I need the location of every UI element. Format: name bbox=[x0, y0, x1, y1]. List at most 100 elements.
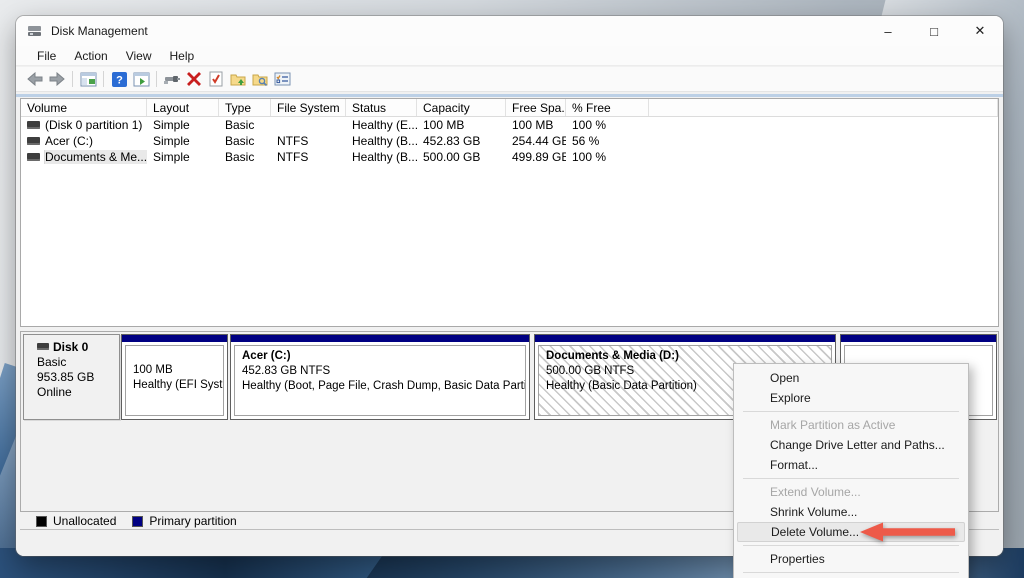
volume-table-header: Volume Layout Type File System Status Ca… bbox=[21, 99, 998, 117]
cell-capacity: 100 MB bbox=[423, 118, 465, 132]
legend-primary-partition: Primary partition bbox=[132, 514, 237, 528]
column-header-spacer bbox=[649, 99, 998, 116]
close-button[interactable]: ✕ bbox=[957, 16, 1003, 46]
volume-icon bbox=[27, 152, 40, 161]
cell-file-system: NTFS bbox=[277, 134, 309, 148]
minimize-button[interactable]: – bbox=[865, 16, 911, 46]
unallocated-swatch bbox=[36, 515, 47, 527]
partition-color-bar bbox=[535, 335, 835, 342]
volume-name: Documents & Me... bbox=[43, 150, 147, 164]
column-header-free-space[interactable]: Free Spa... bbox=[506, 99, 566, 116]
volume-name: Acer (C:) bbox=[45, 134, 93, 148]
table-row[interactable]: Acer (C:) Simple Basic NTFS Healthy (B..… bbox=[21, 133, 998, 149]
maximize-button[interactable]: □ bbox=[911, 16, 957, 46]
disk-icon bbox=[37, 343, 49, 350]
cell-capacity: 500.00 GB bbox=[423, 150, 481, 164]
menu-item-format[interactable]: Format... bbox=[734, 455, 968, 475]
back-icon[interactable] bbox=[24, 69, 46, 89]
menu-item-explore[interactable]: Explore bbox=[734, 388, 968, 408]
column-header-status[interactable]: Status bbox=[346, 99, 417, 116]
cell-free-space: 499.89 GB bbox=[512, 150, 566, 164]
disk-status: Online bbox=[37, 385, 72, 399]
console-window-icon[interactable] bbox=[77, 69, 99, 89]
menu-item-properties[interactable]: Properties bbox=[734, 549, 968, 569]
cell-status: Healthy (B... bbox=[352, 150, 417, 164]
cell-layout: Simple bbox=[153, 118, 190, 132]
primary-partition-swatch bbox=[132, 515, 144, 527]
properties-list-icon[interactable] bbox=[271, 69, 293, 89]
forward-icon[interactable] bbox=[46, 69, 68, 89]
cell-status: Healthy (E... bbox=[352, 118, 417, 132]
check-document-icon[interactable] bbox=[205, 69, 227, 89]
cell-layout: Simple bbox=[153, 134, 190, 148]
cell-type: Basic bbox=[225, 118, 255, 132]
partition-color-bar bbox=[122, 335, 227, 342]
menu-action[interactable]: Action bbox=[65, 47, 116, 65]
cell-pct-free: 56 % bbox=[572, 134, 600, 148]
legend-unallocated: Unallocated bbox=[36, 514, 116, 528]
toolbar-separator bbox=[103, 71, 104, 87]
cell-status: Healthy (B... bbox=[352, 134, 417, 148]
action-pane-icon[interactable] bbox=[130, 69, 152, 89]
menu-item-open[interactable]: Open bbox=[734, 368, 968, 388]
toolbar-separator bbox=[72, 71, 73, 87]
menu-view[interactable]: View bbox=[117, 47, 161, 65]
help-icon[interactable]: ? bbox=[108, 69, 130, 89]
toolbar: ? bbox=[16, 67, 1003, 92]
menu-item-shrink-volume[interactable]: Shrink Volume... bbox=[734, 502, 968, 522]
disk-management-app-icon bbox=[28, 25, 43, 37]
cell-capacity: 452.83 GB bbox=[423, 134, 481, 148]
folder-explore-icon[interactable] bbox=[249, 69, 271, 89]
menu-bar: File Action View Help bbox=[16, 46, 1003, 66]
folder-open-icon[interactable] bbox=[227, 69, 249, 89]
delete-icon[interactable] bbox=[183, 69, 205, 89]
volume-list-pane: Volume Layout Type File System Status Ca… bbox=[20, 98, 999, 327]
menu-separator bbox=[743, 411, 959, 412]
partition-c[interactable]: Acer (C:) 452.83 GB NTFS Healthy (Boot, … bbox=[230, 334, 530, 420]
partition-size: 452.83 GB NTFS bbox=[242, 365, 331, 377]
volume-icon bbox=[27, 136, 40, 145]
column-header-pct-free[interactable]: % Free bbox=[566, 99, 649, 116]
cell-type: Basic bbox=[225, 150, 255, 164]
column-header-file-system[interactable]: File System bbox=[271, 99, 346, 116]
tool-icon[interactable] bbox=[161, 69, 183, 89]
partition-title: Acer (C:) bbox=[242, 350, 291, 362]
partition-color-bar bbox=[231, 335, 529, 342]
menu-item-change-drive-letter[interactable]: Change Drive Letter and Paths... bbox=[734, 435, 968, 455]
partition-size: 100 MB bbox=[133, 364, 173, 376]
menu-item-extend-volume: Extend Volume... bbox=[770, 485, 861, 499]
table-row[interactable]: (Disk 0 partition 1) Simple Basic Health… bbox=[21, 117, 998, 133]
partition-status: Healthy (Boot, Page File, Crash Dump, Ba… bbox=[242, 380, 526, 392]
disk-name: Disk 0 bbox=[53, 340, 89, 354]
menu-separator bbox=[743, 478, 959, 479]
legend-label: Unallocated bbox=[53, 514, 117, 528]
red-annotation-arrow bbox=[860, 522, 956, 547]
cell-pct-free: 100 % bbox=[572, 118, 607, 132]
column-header-type[interactable]: Type bbox=[219, 99, 271, 116]
cell-file-system: NTFS bbox=[277, 150, 309, 164]
content-accent-line bbox=[16, 94, 1003, 97]
column-header-layout[interactable]: Layout bbox=[147, 99, 219, 116]
legend-label: Primary partition bbox=[149, 514, 237, 528]
partition-efi[interactable]: 100 MB Healthy (EFI System bbox=[121, 334, 228, 420]
table-row[interactable]: Documents & Me... Simple Basic NTFS Heal… bbox=[21, 149, 998, 165]
disk0-info-box[interactable]: Disk 0 Basic 953.85 GB Online bbox=[23, 334, 120, 420]
column-header-volume[interactable]: Volume bbox=[21, 99, 147, 116]
menu-separator bbox=[743, 572, 959, 573]
cell-free-space: 100 MB bbox=[512, 118, 554, 132]
partition-color-bar bbox=[841, 335, 996, 342]
window-title: Disk Management bbox=[51, 24, 148, 38]
menu-item-mark-partition-active: Mark Partition as Active bbox=[770, 418, 896, 432]
partition-title: Documents & Media (D:) bbox=[546, 350, 679, 362]
disk-size: 953.85 GB bbox=[37, 370, 95, 384]
svg-text:?: ? bbox=[116, 74, 123, 86]
cell-free-space: 254.44 GB bbox=[512, 134, 566, 148]
volume-name: (Disk 0 partition 1) bbox=[45, 118, 143, 132]
disk-type: Basic bbox=[37, 355, 67, 369]
menu-file[interactable]: File bbox=[28, 47, 65, 65]
menu-help[interactable]: Help bbox=[161, 47, 204, 65]
cell-type: Basic bbox=[225, 134, 255, 148]
toolbar-separator bbox=[156, 71, 157, 87]
titlebar[interactable]: Disk Management – □ ✕ bbox=[16, 16, 1003, 46]
column-header-capacity[interactable]: Capacity bbox=[417, 99, 506, 116]
